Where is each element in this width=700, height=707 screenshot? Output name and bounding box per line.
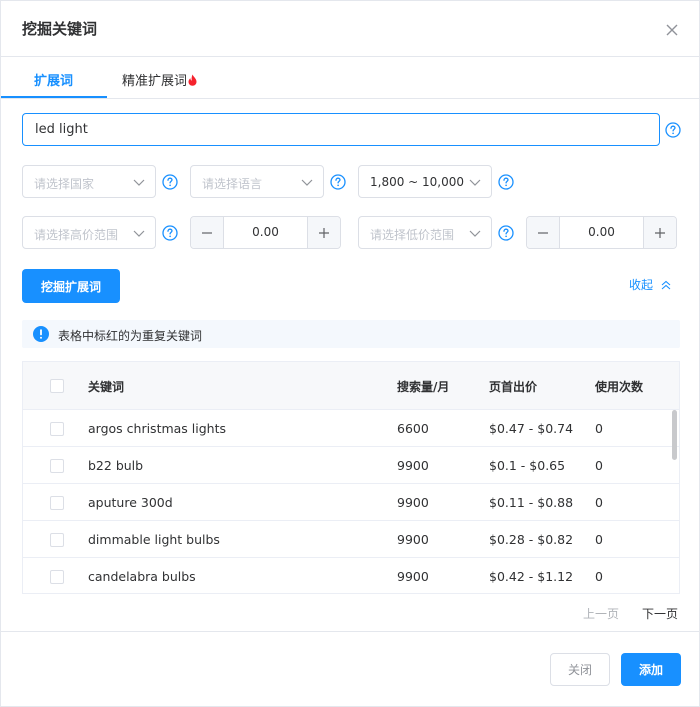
close-icon[interactable]: [665, 23, 679, 37]
low-bid-increment-button[interactable]: [643, 217, 676, 248]
footer-divider: [1, 631, 699, 632]
keyword-cell: argos christmas lights: [88, 421, 227, 436]
low-bid-range-select[interactable]: 请选择低价范围: [358, 216, 492, 249]
active-tab-indicator: [1, 96, 107, 98]
next-page-button[interactable]: 下一页: [642, 605, 678, 622]
table-row[interactable]: argos christmas lights 6600 $0.47 - $0.7…: [23, 410, 679, 447]
keyword-cell: dimmable light bulbs: [88, 532, 220, 547]
bid-cell: $0.1 - $0.65: [489, 458, 566, 473]
add-button[interactable]: 添加: [621, 653, 681, 686]
select-all-checkbox[interactable]: [50, 379, 64, 393]
info-icon: [33, 326, 49, 342]
keyword-cell: b22 bulb: [88, 458, 144, 473]
language-help-icon[interactable]: [330, 174, 346, 190]
volume-cell: 9900: [397, 532, 429, 547]
uses-cell: 0: [595, 532, 603, 547]
high-bid-range-placeholder: 请选择高价范围: [34, 228, 119, 242]
column-header-top-bid: 页首出价: [489, 380, 538, 394]
chevron-down-icon: [133, 179, 145, 186]
high-bid-decrement-button[interactable]: [191, 217, 224, 248]
country-select-placeholder: 请选择国家: [34, 177, 95, 191]
plus-icon: [655, 227, 665, 238]
row-checkbox[interactable]: [50, 459, 64, 473]
low-bid-value[interactable]: 0.00: [560, 225, 643, 239]
chevron-down-icon: [469, 230, 481, 237]
low-bid-help-icon[interactable]: [498, 225, 514, 241]
column-header-usage-count: 使用次数: [595, 380, 644, 394]
bid-cell: $0.28 - $0.82: [489, 532, 574, 547]
keyword-help-icon[interactable]: [665, 122, 681, 138]
duplicate-keywords-notice: 表格中标红的为重复关键词: [22, 320, 680, 348]
close-button[interactable]: 关闭: [550, 653, 610, 686]
dialog-title: 挖掘关键词: [22, 20, 98, 38]
table-row[interactable]: dimmable light bulbs 9900 $0.28 - $0.82 …: [23, 521, 679, 558]
chevron-down-icon: [133, 230, 145, 237]
keyword-cell: candelabra bulbs: [88, 569, 196, 584]
low-bid-range-placeholder: 请选择低价范围: [370, 228, 455, 242]
row-checkbox[interactable]: [50, 422, 64, 436]
column-header-keyword: 关键词: [88, 380, 125, 394]
chevron-down-icon: [301, 179, 313, 186]
uses-cell: 0: [595, 458, 603, 473]
collapse-link[interactable]: 收起: [629, 276, 671, 293]
volume-cell: 9900: [397, 569, 429, 584]
country-select[interactable]: 请选择国家: [22, 165, 156, 198]
tab-precise-expand-words[interactable]: 精准扩展词: [122, 70, 197, 90]
uses-cell: 0: [595, 569, 603, 584]
high-bid-value[interactable]: 0.00: [224, 225, 307, 239]
search-volume-range-value: 1,800 ~ 10,000: [370, 175, 465, 189]
minus-icon: [538, 231, 548, 234]
bid-cell: $0.47 - $0.74: [489, 421, 574, 436]
table-header: 关键词 搜索量/月 页首出价 使用次数: [23, 362, 679, 410]
uses-cell: 0: [595, 495, 603, 510]
tab-expand-words[interactable]: 扩展词: [34, 70, 73, 89]
uses-cell: 0: [595, 421, 603, 436]
table-row[interactable]: aputure 300d 9900 $0.11 - $0.88 0: [23, 484, 679, 521]
country-help-icon[interactable]: [162, 174, 178, 190]
table-row[interactable]: candelabra bulbs 9900 $0.42 - $1.12 0: [23, 558, 679, 593]
fire-icon: [188, 74, 197, 90]
keyword-cell: aputure 300d: [88, 495, 173, 510]
row-checkbox[interactable]: [50, 570, 64, 584]
bid-cell: $0.42 - $1.12: [489, 569, 574, 584]
table-row[interactable]: b22 bulb 9900 $0.1 - $0.65 0: [23, 447, 679, 484]
language-select-placeholder: 请选择语言: [202, 177, 263, 191]
plus-icon: [319, 227, 329, 238]
bid-cell: $0.11 - $0.88: [489, 495, 574, 510]
volume-cell: 6600: [397, 421, 429, 436]
low-bid-decrement-button[interactable]: [527, 217, 560, 248]
volume-cell: 9900: [397, 458, 429, 473]
volume-cell: 9900: [397, 495, 429, 510]
table-scrollbar[interactable]: [672, 410, 677, 460]
tab-precise-expand-words-label: 精准扩展词: [122, 74, 188, 89]
notice-text: 表格中标红的为重复关键词: [58, 329, 203, 343]
high-bid-stepper: 0.00: [190, 216, 341, 249]
tab-bar: 扩展词 精准扩展词: [1, 58, 699, 99]
double-chevron-up-icon: [661, 280, 671, 289]
row-checkbox[interactable]: [50, 533, 64, 547]
search-volume-range-select[interactable]: 1,800 ~ 10,000: [358, 165, 492, 198]
row-checkbox[interactable]: [50, 496, 64, 510]
volume-help-icon[interactable]: [498, 174, 514, 190]
collapse-link-label: 收起: [629, 278, 654, 292]
high-bid-range-select[interactable]: 请选择高价范围: [22, 216, 156, 249]
keyword-input[interactable]: led light: [22, 113, 660, 146]
low-bid-stepper: 0.00: [526, 216, 677, 249]
keyword-mining-dialog: 挖掘关键词 扩展词 精准扩展词 led light 请选择国家 请选择语言 1,…: [0, 0, 700, 707]
dialog-header: 挖掘关键词: [1, 1, 699, 57]
language-select[interactable]: 请选择语言: [190, 165, 324, 198]
mine-expand-words-button[interactable]: 挖掘扩展词: [22, 269, 120, 303]
minus-icon: [202, 231, 212, 234]
column-header-search-volume: 搜索量/月: [397, 380, 450, 394]
chevron-down-icon: [469, 179, 481, 186]
high-bid-help-icon[interactable]: [162, 225, 178, 241]
high-bid-increment-button[interactable]: [307, 217, 340, 248]
keyword-table: 关键词 搜索量/月 页首出价 使用次数 argos christmas ligh…: [22, 361, 680, 594]
prev-page-button[interactable]: 上一页: [583, 605, 619, 622]
